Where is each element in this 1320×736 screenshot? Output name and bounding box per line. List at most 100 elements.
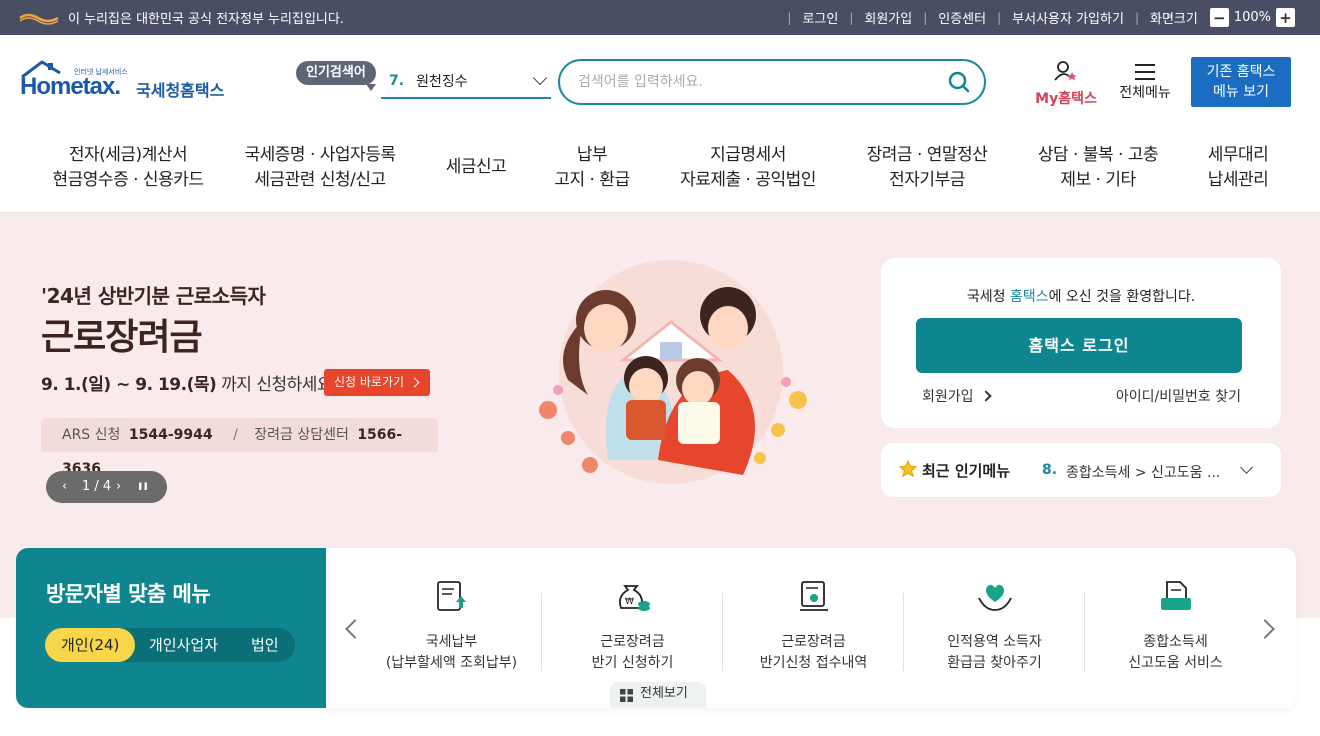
item-line2: 반기신청 접수내역 (759, 655, 868, 671)
popular-search-tag: 인기검색어 (296, 61, 376, 91)
legacy-menu-line2: 메뉴 보기 (1213, 84, 1269, 100)
item-line1: 종합소득세 (1143, 634, 1208, 650)
nav-consultation[interactable]: 상담 · 불복 · 고충 제보 · 기타 (1037, 143, 1159, 193)
visitor-tabs: 개인(24) 개인사업자 법인 (45, 628, 295, 662)
cert-center-link[interactable]: 인증센터 (938, 8, 986, 27)
nav-line1: 장려금 · 연말정산 (866, 145, 988, 165)
menu-item-incentive-apply[interactable]: ₩ 근로장려금반기 신청하기 (542, 576, 723, 676)
signup-link[interactable]: 회원가입 (922, 386, 990, 406)
hero-subtitle: '24년 상반기분 근로소득자 (41, 284, 266, 308)
user-star-icon (1054, 61, 1077, 81)
nav-line2: 자료제출 · 공익법인 (680, 170, 816, 190)
dept-user-signup-link[interactable]: 부서사용자 가입하기 (1012, 8, 1124, 27)
nav-line1: 상담 · 불복 · 고충 (1037, 145, 1159, 165)
view-all-label: 전체보기 (640, 686, 688, 701)
nav-e-invoice[interactable]: 전자(세금)계산서 현금영수증 · 신용카드 (53, 143, 204, 193)
apply-now-button[interactable]: 신청 바로가기 (324, 369, 431, 396)
logo-kr-text: 국세청홈택스 (136, 81, 225, 100)
all-menu-label: 전체메뉴 (1119, 85, 1171, 101)
next-slide-button[interactable]: › (116, 471, 121, 503)
money-bag-coin-icon: ₩ (618, 585, 650, 611)
nav-tax-agent[interactable]: 세무대리 납세관리 (1208, 143, 1269, 193)
nav-line1: 세금신고 (445, 157, 507, 177)
nav-incentive[interactable]: 장려금 · 연말정산 전자기부금 (867, 143, 988, 193)
welcome-highlight: 홈택스 (1009, 289, 1049, 305)
nav-line2: 전자기부금 (889, 170, 965, 190)
visitor-menu-title: 방문자별 맞춤 메뉴 (46, 582, 211, 606)
nav-payment-statement[interactable]: 지급명세서 자료제출 · 공익법인 (680, 143, 816, 193)
menu-item-incentive-history[interactable]: 근로장려금 반기신청 접수내역 (723, 576, 904, 676)
nav-tax-filing[interactable]: 세금신고 (446, 155, 507, 180)
hometax-logo[interactable]: 인터넷 납세서비스 Hometax. 국세청홈택스 (18, 59, 233, 109)
tab-sole-proprietor[interactable]: 개인사업자 (149, 628, 218, 662)
search-box (558, 59, 986, 105)
document-tray-icon (1160, 581, 1191, 610)
nav-line2: 현금영수증 · 신용카드 (52, 170, 204, 190)
zoom-out-button[interactable]: − (1209, 8, 1229, 27)
prev-slide-button[interactable]: ‹ (62, 471, 67, 503)
welcome-message: 국세청 홈택스에 오신 것을 환영합니다. (881, 286, 1281, 306)
nav-line2: 세금관련 신청/신고 (254, 170, 386, 190)
ars-label: ARS 신청 (62, 427, 121, 443)
search-icon[interactable] (948, 71, 970, 93)
tab-individual[interactable]: 개인(24) (45, 628, 136, 662)
legacy-menu-line1: 기존 홈택스 (1206, 64, 1276, 80)
ars-number: 1544-9944 (128, 427, 213, 443)
login-card: 국세청 홈택스에 오신 것을 환영합니다. 홈택스 로그인 회원가입 아이디/비… (881, 258, 1281, 428)
signup-link[interactable]: 회원가입 (864, 8, 912, 27)
search-input[interactable] (578, 71, 938, 93)
nav-line1: 전자(세금)계산서 (68, 145, 188, 165)
svg-text:₩: ₩ (625, 597, 634, 607)
zoom-in-button[interactable]: + (1276, 8, 1295, 27)
nav-line2: 제보 · 기타 (1060, 170, 1136, 190)
screen-size-label: 화면크기 (1149, 12, 1198, 27)
contact-separator: / (233, 427, 238, 443)
item-line1: 국세납부 (425, 634, 478, 650)
banner-pager: ‹ 1 / 4 › ıı (46, 471, 167, 503)
gov-symbol-icon (19, 13, 59, 25)
slide-counter: 1 / 4 (82, 479, 112, 494)
view-all-button[interactable]: 전체보기 (610, 682, 706, 708)
main-nav: 전자(세금)계산서 현금영수증 · 신용카드 국세증명 · 사업자등록 세금관련… (0, 127, 1320, 213)
hero-title: 근로장려금 (41, 317, 203, 358)
recent-menu-value: 종합소득세 > 신고도움 ... (1066, 465, 1221, 481)
tax-payment-document-icon (436, 581, 466, 611)
legacy-menu-button[interactable]: 기존 홈택스 메뉴 보기 (1191, 57, 1291, 107)
monitor-scroll-icon (799, 581, 828, 611)
tab-corporation[interactable]: 법인 (251, 628, 279, 662)
welcome-prefix: 국세청 (966, 289, 1010, 305)
find-id-password-link[interactable]: 아이디/비밀번호 찾기 (1116, 386, 1241, 406)
all-menu-button[interactable]: 전체메뉴 (1112, 60, 1178, 110)
popular-rank: 7. (389, 73, 405, 89)
menu-item-tax-payment[interactable]: 국세납부 (납부할세액 조회납부) (361, 576, 542, 676)
grid-icon (620, 689, 633, 702)
site-header: 인터넷 납세서비스 Hometax. 국세청홈택스 인기검색어 7. 원천징수 … (0, 35, 1320, 127)
family-illustration (539, 260, 807, 484)
nav-line1: 납부 (576, 145, 608, 165)
visitor-menu-panel: 방문자별 맞춤 메뉴 개인(24) 개인사업자 법인 (16, 548, 326, 708)
utility-links: | 로그인 | 회원가입 | 인증센터 | 부서사용자 가입하기 | 화면크기 … (776, 0, 1300, 35)
recent-popular-menu[interactable]: 최근 인기메뉴 8. 종합소득세 > 신고도움 ... (881, 443, 1281, 497)
my-hometax-label: My홈택스 (1035, 91, 1097, 107)
nav-tax-certificate[interactable]: 국세증명 · 사업자등록 세금관련 신청/신고 (245, 143, 396, 193)
chevron-down-icon (1240, 461, 1253, 474)
nav-line2: 고지 · 환급 (554, 170, 630, 190)
my-hometax-button[interactable]: My홈택스 (1030, 60, 1102, 110)
menu-item-refund-finder[interactable]: 인적용역 소득자 환급금 찾아주기 (904, 576, 1085, 676)
popular-search-dropdown[interactable]: 7. 원천징수 (381, 65, 551, 99)
gov-notice-bar: 이 누리집은 대한민국 공식 전자정부 누리집입니다. | 로그인 | 회원가입… (0, 0, 1320, 35)
nav-line1: 세무대리 (1207, 145, 1269, 165)
pause-icon[interactable]: ıı (138, 471, 149, 503)
recent-menu-title: 최근 인기메뉴 (922, 462, 1011, 480)
item-line2: 환급금 찾아주기 (947, 655, 1042, 671)
hero-date-suffix: 까지 신청하세요! (216, 375, 339, 395)
gov-notice-text: 이 누리집은 대한민국 공식 전자정부 누리집입니다. (68, 12, 344, 27)
item-line2: 반기 신청하기 (591, 655, 674, 671)
nav-payment[interactable]: 납부 고지 · 환급 (554, 143, 630, 193)
login-link[interactable]: 로그인 (802, 8, 838, 27)
hometax-login-button[interactable]: 홈택스 로그인 (916, 318, 1242, 373)
hero-date-range: 9. 1.(일) ~ 9. 19.(목) (41, 375, 217, 395)
zoom-level: 100% (1233, 10, 1271, 25)
menu-item-income-tax-help[interactable]: 종합소득세 신고도움 서비스 (1085, 576, 1266, 676)
item-line1: 근로장려금 (600, 634, 665, 650)
